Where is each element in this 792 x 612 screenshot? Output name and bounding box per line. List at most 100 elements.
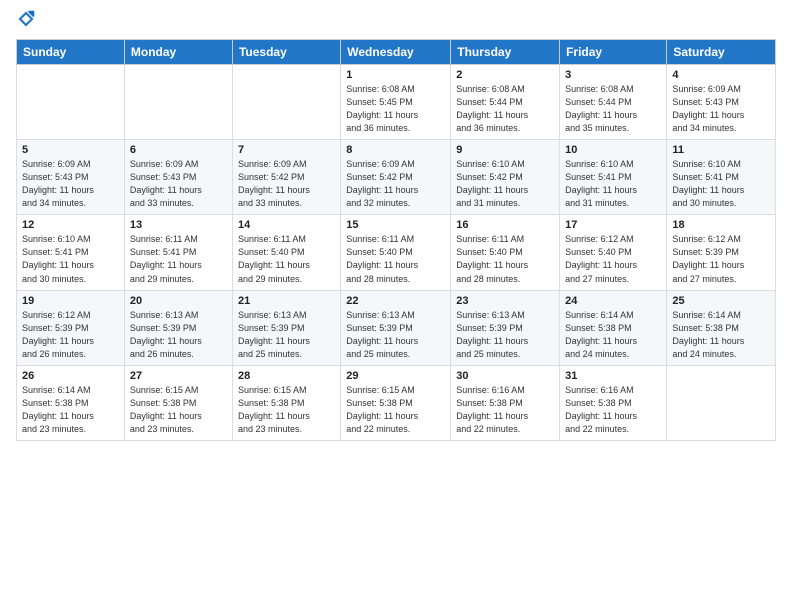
day-number: 14 — [238, 219, 335, 231]
calendar-cell — [232, 65, 340, 140]
day-info: Sunrise: 6:15 AM Sunset: 5:38 PM Dayligh… — [346, 384, 445, 436]
calendar-cell: 10 Sunrise: 6:10 AM Sunset: 5:41 PM Dayli… — [560, 140, 667, 215]
header — [16, 10, 776, 33]
day-number: 1 — [346, 69, 445, 81]
day-info: Sunrise: 6:09 AM Sunset: 5:43 PM Dayligh… — [672, 83, 770, 135]
day-of-week-header: Wednesday — [341, 40, 451, 65]
day-number: 25 — [672, 295, 770, 307]
day-number: 5 — [22, 144, 119, 156]
day-info: Sunrise: 6:12 AM Sunset: 5:40 PM Dayligh… — [565, 233, 661, 285]
day-of-week-header: Friday — [560, 40, 667, 65]
day-number: 17 — [565, 219, 661, 231]
day-info: Sunrise: 6:11 AM Sunset: 5:40 PM Dayligh… — [456, 233, 554, 285]
day-info: Sunrise: 6:13 AM Sunset: 5:39 PM Dayligh… — [130, 309, 227, 361]
calendar-cell: 30Sunrise: 6:16 AM Sunset: 5:38 PM Dayli… — [451, 365, 560, 440]
calendar-week-row: 26 Sunrise: 6:14 AM Sunset: 5:38 PM Dayli… — [17, 365, 776, 440]
day-number: 31 — [565, 370, 661, 382]
day-info: Sunrise: 6:10 AM Sunset: 5:41 PM Dayligh… — [565, 158, 661, 210]
day-info: Sunrise: 6:11 AM Sunset: 5:41 PM Dayligh… — [130, 233, 227, 285]
calendar-week-row: 19 Sunrise: 6:12 AM Sunset: 5:39 PM Dayli… — [17, 290, 776, 365]
day-info: Sunrise: 6:16 AM Sunset: 5:38 PM Dayligh… — [456, 384, 554, 436]
day-number: 2 — [456, 69, 554, 81]
calendar-table: SundayMondayTuesdayWednesdayThursdayFrid… — [16, 39, 776, 441]
day-info: Sunrise: 6:15 AM Sunset: 5:38 PM Dayligh… — [130, 384, 227, 436]
day-number: 22 — [346, 295, 445, 307]
day-number: 18 — [672, 219, 770, 231]
day-info: Sunrise: 6:10 AM Sunset: 5:41 PM Dayligh… — [672, 158, 770, 210]
calendar-cell: 31Sunrise: 6:16 AM Sunset: 5:38 PM Dayli… — [560, 365, 667, 440]
day-number: 19 — [22, 295, 119, 307]
day-info: Sunrise: 6:14 AM Sunset: 5:38 PM Dayligh… — [22, 384, 119, 436]
calendar-cell: 5 Sunrise: 6:09 AM Sunset: 5:43 PM Daylig… — [17, 140, 125, 215]
day-number: 9 — [456, 144, 554, 156]
calendar-cell: 12 Sunrise: 6:10 AM Sunset: 5:41 PM Dayli… — [17, 215, 125, 290]
calendar-cell: 22 Sunrise: 6:13 AM Sunset: 5:39 PM Dayli… — [341, 290, 451, 365]
day-number: 12 — [22, 219, 119, 231]
day-number: 6 — [130, 144, 227, 156]
day-info: Sunrise: 6:13 AM Sunset: 5:39 PM Dayligh… — [456, 309, 554, 361]
day-info: Sunrise: 6:15 AM Sunset: 5:38 PM Dayligh… — [238, 384, 335, 436]
day-info: Sunrise: 6:09 AM Sunset: 5:42 PM Dayligh… — [346, 158, 445, 210]
day-number: 16 — [456, 219, 554, 231]
calendar-cell: 19 Sunrise: 6:12 AM Sunset: 5:39 PM Dayli… — [17, 290, 125, 365]
calendar-cell: 13 Sunrise: 6:11 AM Sunset: 5:41 PM Dayli… — [124, 215, 232, 290]
calendar-cell: 4 Sunrise: 6:09 AM Sunset: 5:43 PM Daylig… — [667, 65, 776, 140]
day-number: 8 — [346, 144, 445, 156]
day-info: Sunrise: 6:11 AM Sunset: 5:40 PM Dayligh… — [346, 233, 445, 285]
calendar-cell: 15 Sunrise: 6:11 AM Sunset: 5:40 PM Dayli… — [341, 215, 451, 290]
day-number: 13 — [130, 219, 227, 231]
calendar-cell: 29 Sunrise: 6:15 AM Sunset: 5:38 PM Dayli… — [341, 365, 451, 440]
day-number: 15 — [346, 219, 445, 231]
calendar-cell: 17 Sunrise: 6:12 AM Sunset: 5:40 PM Dayli… — [560, 215, 667, 290]
calendar-cell: 14 Sunrise: 6:11 AM Sunset: 5:40 PM Dayli… — [232, 215, 340, 290]
day-number: 10 — [565, 144, 661, 156]
calendar-cell: 26 Sunrise: 6:14 AM Sunset: 5:38 PM Dayli… — [17, 365, 125, 440]
day-number: 23 — [456, 295, 554, 307]
day-info: Sunrise: 6:08 AM Sunset: 5:44 PM Dayligh… — [456, 83, 554, 135]
day-info: Sunrise: 6:14 AM Sunset: 5:38 PM Dayligh… — [672, 309, 770, 361]
day-info: Sunrise: 6:09 AM Sunset: 5:43 PM Dayligh… — [130, 158, 227, 210]
day-of-week-header: Thursday — [451, 40, 560, 65]
day-number: 28 — [238, 370, 335, 382]
general-blue-logo-icon — [17, 10, 35, 28]
day-info: Sunrise: 6:10 AM Sunset: 5:42 PM Dayligh… — [456, 158, 554, 210]
logo — [16, 10, 37, 33]
day-info: Sunrise: 6:13 AM Sunset: 5:39 PM Dayligh… — [346, 309, 445, 361]
calendar-cell: 25 Sunrise: 6:14 AM Sunset: 5:38 PM Dayli… — [667, 290, 776, 365]
page: SundayMondayTuesdayWednesdayThursdayFrid… — [0, 0, 792, 612]
calendar-cell: 20 Sunrise: 6:13 AM Sunset: 5:39 PM Dayli… — [124, 290, 232, 365]
day-number: 29 — [346, 370, 445, 382]
calendar-cell: 24Sunrise: 6:14 AM Sunset: 5:38 PM Dayli… — [560, 290, 667, 365]
calendar-cell — [667, 365, 776, 440]
day-info: Sunrise: 6:13 AM Sunset: 5:39 PM Dayligh… — [238, 309, 335, 361]
calendar-cell: 27Sunrise: 6:15 AM Sunset: 5:38 PM Dayli… — [124, 365, 232, 440]
calendar-cell: 11Sunrise: 6:10 AM Sunset: 5:41 PM Dayli… — [667, 140, 776, 215]
calendar-cell: 7 Sunrise: 6:09 AM Sunset: 5:42 PM Daylig… — [232, 140, 340, 215]
day-info: Sunrise: 6:09 AM Sunset: 5:43 PM Dayligh… — [22, 158, 119, 210]
day-number: 7 — [238, 144, 335, 156]
calendar-cell: 6 Sunrise: 6:09 AM Sunset: 5:43 PM Daylig… — [124, 140, 232, 215]
day-info: Sunrise: 6:11 AM Sunset: 5:40 PM Dayligh… — [238, 233, 335, 285]
day-info: Sunrise: 6:10 AM Sunset: 5:41 PM Dayligh… — [22, 233, 119, 285]
calendar-cell: 21 Sunrise: 6:13 AM Sunset: 5:39 PM Dayli… — [232, 290, 340, 365]
calendar-cell: 23 Sunrise: 6:13 AM Sunset: 5:39 PM Dayli… — [451, 290, 560, 365]
day-number: 24 — [565, 295, 661, 307]
day-number: 20 — [130, 295, 227, 307]
day-info: Sunrise: 6:12 AM Sunset: 5:39 PM Dayligh… — [22, 309, 119, 361]
calendar-week-row: 5 Sunrise: 6:09 AM Sunset: 5:43 PM Daylig… — [17, 140, 776, 215]
calendar-cell: 1 Sunrise: 6:08 AM Sunset: 5:45 PM Daylig… — [341, 65, 451, 140]
days-of-week-row: SundayMondayTuesdayWednesdayThursdayFrid… — [17, 40, 776, 65]
day-info: Sunrise: 6:12 AM Sunset: 5:39 PM Dayligh… — [672, 233, 770, 285]
calendar-cell: 28 Sunrise: 6:15 AM Sunset: 5:38 PM Dayli… — [232, 365, 340, 440]
day-number: 21 — [238, 295, 335, 307]
day-of-week-header: Monday — [124, 40, 232, 65]
day-of-week-header: Saturday — [667, 40, 776, 65]
day-number: 4 — [672, 69, 770, 81]
day-of-week-header: Sunday — [17, 40, 125, 65]
day-number: 26 — [22, 370, 119, 382]
calendar-cell: 2 Sunrise: 6:08 AM Sunset: 5:44 PM Daylig… — [451, 65, 560, 140]
day-info: Sunrise: 6:08 AM Sunset: 5:45 PM Dayligh… — [346, 83, 445, 135]
day-info: Sunrise: 6:09 AM Sunset: 5:42 PM Dayligh… — [238, 158, 335, 210]
calendar-cell: 8 Sunrise: 6:09 AM Sunset: 5:42 PM Daylig… — [341, 140, 451, 215]
calendar-week-row: 12 Sunrise: 6:10 AM Sunset: 5:41 PM Dayli… — [17, 215, 776, 290]
